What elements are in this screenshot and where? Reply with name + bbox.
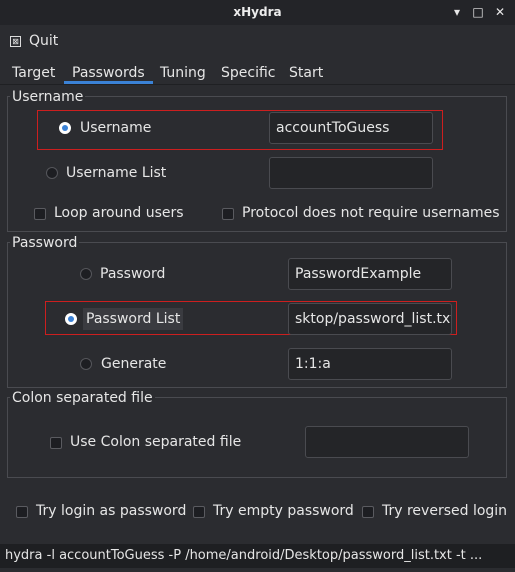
username-list-label: Username List: [66, 165, 167, 181]
use-colon-file-label: Use Colon separated file: [70, 434, 242, 450]
username-label: Username: [80, 120, 152, 136]
try-reversed-label: Try reversed login: [382, 503, 508, 519]
quit-label: Quit: [29, 33, 59, 49]
username-field[interactable]: accountToGuess: [269, 112, 433, 144]
loop-users-label: Loop around users: [54, 205, 184, 221]
username-radio[interactable]: [59, 122, 71, 134]
password-group-title: Password: [10, 234, 80, 252]
try-empty-label: Try empty password: [213, 503, 354, 519]
password-label: Password: [100, 266, 166, 282]
close-icon[interactable]: ✕: [493, 4, 507, 20]
generate-radio[interactable]: [80, 358, 92, 370]
try-login-checkbox[interactable]: [16, 506, 28, 518]
colon-file-group-title: Colon separated file: [10, 389, 155, 407]
use-colon-file-checkbox[interactable]: [50, 437, 62, 449]
tab-start[interactable]: Start: [287, 62, 325, 84]
colon-file-field[interactable]: [305, 426, 469, 458]
try-reversed-checkbox[interactable]: [362, 506, 374, 518]
window-title: xHydra: [233, 5, 282, 19]
username-group-title: Username: [10, 88, 86, 106]
password-radio[interactable]: [80, 268, 92, 280]
password-list-field[interactable]: sktop/password_list.txt: [288, 303, 452, 335]
tab-tuning[interactable]: Tuning: [158, 62, 208, 84]
protocol-no-user-label: Protocol does not require usernames: [242, 205, 500, 221]
quit-menu-item[interactable]: ⊠ Quit: [10, 30, 58, 52]
quit-icon: ⊠: [10, 36, 21, 47]
try-login-label: Try login as password: [36, 503, 187, 519]
password-list-radio[interactable]: [65, 313, 77, 325]
tab-specific[interactable]: Specific: [219, 62, 278, 84]
minimize-icon[interactable]: ▾: [450, 4, 464, 20]
try-empty-checkbox[interactable]: [193, 506, 205, 518]
password-field[interactable]: PasswordExample: [288, 258, 452, 290]
password-list-label: Password List: [83, 308, 184, 330]
loop-users-checkbox[interactable]: [34, 208, 46, 220]
active-tab-indicator: [64, 81, 153, 84]
tab-target[interactable]: Target: [10, 62, 57, 84]
generate-label: Generate: [101, 356, 167, 372]
username-list-radio[interactable]: [46, 167, 58, 179]
maximize-icon[interactable]: □: [471, 4, 485, 20]
tab-divider: [0, 84, 515, 85]
protocol-no-user-checkbox[interactable]: [222, 208, 234, 220]
generate-field[interactable]: 1:1:a: [288, 348, 452, 380]
username-list-field[interactable]: [269, 157, 433, 189]
command-line-preview: hydra -l accountToGuess -P /home/android…: [0, 544, 515, 568]
